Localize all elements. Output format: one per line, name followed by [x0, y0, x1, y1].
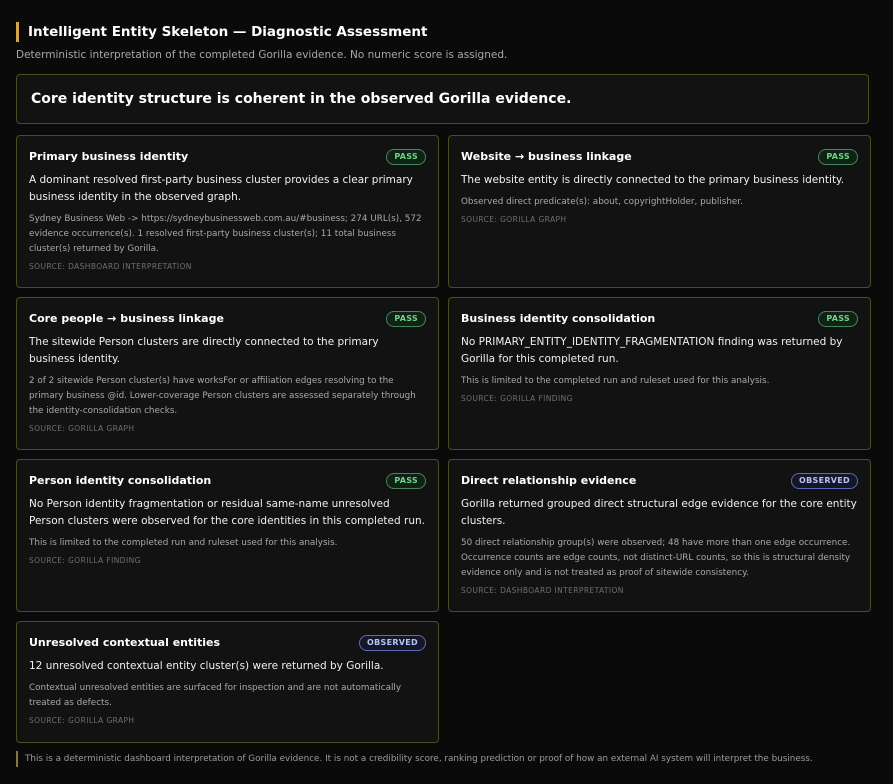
card-finding: The sitewide Person clusters are directl… [29, 336, 379, 365]
card-source: SOURCE: DASHBOARD INTERPRETATION [29, 262, 192, 271]
card-detail: 2 of 2 sitewide Person cluster(s) have w… [29, 376, 416, 416]
card-source: SOURCE: DASHBOARD INTERPRETATION [461, 586, 624, 595]
card-detail: Observed direct predicate(s): about, cop… [461, 197, 743, 207]
card-title: Business identity consolidation [461, 312, 656, 325]
card-person-identity-consolidation: Person identity consolidation PASS No Pe… [16, 459, 439, 612]
card-title: Core people → business linkage [29, 312, 224, 325]
card-finding: No PRIMARY_ENTITY_IDENTITY_FRAGMENTATION… [461, 336, 843, 365]
status-badge: PASS [818, 149, 858, 165]
card-detail: Contextual unresolved entities are surfa… [29, 683, 402, 708]
card-title: Person identity consolidation [29, 474, 212, 487]
card-finding: No Person identity fragmentation or resi… [29, 498, 425, 527]
card-source: SOURCE: GORILLA GRAPH [29, 716, 135, 725]
page-title: Intelligent Entity Skeleton — Diagnostic… [16, 22, 427, 42]
card-finding: A dominant resolved first-party business… [29, 174, 413, 203]
card-source: SOURCE: GORILLA GRAPH [29, 424, 135, 433]
card-detail: 50 direct relationship group(s) were obs… [461, 538, 851, 578]
status-badge: PASS [818, 311, 858, 327]
card-detail: This is limited to the completed run and… [29, 538, 338, 548]
status-badge: OBSERVED [791, 473, 858, 489]
status-badge: PASS [386, 149, 426, 165]
card-primary-business-identity: Primary business identity PASS A dominan… [16, 135, 439, 288]
page-subtitle: Deterministic interpretation of the comp… [16, 49, 508, 61]
card-source: SOURCE: GORILLA FINDING [461, 394, 573, 403]
card-business-identity-consolidation: Business identity consolidation PASS No … [448, 297, 871, 450]
card-detail: Sydney Business Web -> https://sydneybus… [29, 214, 422, 254]
card-finding: The website entity is directly connected… [461, 174, 845, 186]
card-core-people-linkage: Core people → business linkage PASS The … [16, 297, 439, 450]
status-badge: OBSERVED [359, 635, 426, 651]
summary-headline: Core identity structure is coherent in t… [31, 91, 572, 107]
card-title: Website → business linkage [461, 150, 632, 163]
card-website-business-linkage: Website → business linkage PASS The webs… [448, 135, 871, 288]
card-title: Direct relationship evidence [461, 474, 637, 487]
card-finding: 12 unresolved contextual entity cluster(… [29, 660, 384, 672]
card-title: Primary business identity [29, 150, 189, 163]
summary-banner: Core identity structure is coherent in t… [16, 74, 869, 124]
card-finding: Gorilla returned grouped direct structur… [461, 498, 857, 527]
disclaimer-footer: This is a deterministic dashboard interp… [16, 751, 813, 767]
card-source: SOURCE: GORILLA FINDING [29, 556, 141, 565]
status-badge: PASS [386, 311, 426, 327]
card-unresolved-contextual-entities: Unresolved contextual entities OBSERVED … [16, 621, 439, 743]
card-direct-relationship-evidence: Direct relationship evidence OBSERVED Go… [448, 459, 871, 612]
card-source: SOURCE: GORILLA GRAPH [461, 215, 567, 224]
status-badge: PASS [386, 473, 426, 489]
card-detail: This is limited to the completed run and… [461, 376, 770, 386]
card-title: Unresolved contextual entities [29, 636, 221, 649]
